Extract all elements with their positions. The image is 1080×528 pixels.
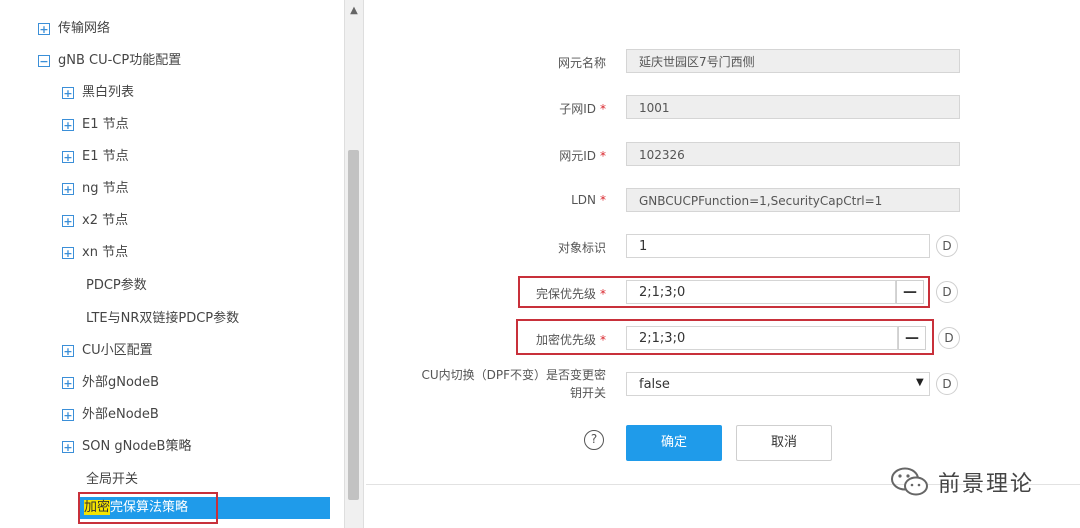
object-id-label: 对象标识: [557, 241, 606, 255]
ne-id-field: 102326: [626, 142, 960, 166]
window: + 传输网络 − gNB CU-CP功能配置 + 黑白列表 + E1 节点 + E1 节点…: [0, 0, 1080, 528]
expand-icon[interactable]: +: [62, 345, 74, 357]
ne-name-label: 网元名称: [557, 56, 606, 70]
tree-item-label: 外部eNodeB: [82, 407, 159, 422]
tree-item-label: E1 节点: [82, 149, 129, 164]
tree-scrollbar[interactable]: ▲: [344, 0, 364, 528]
tree-item-e1-node-2[interactable]: + E1 节点: [62, 146, 129, 168]
tree-item-ng-node[interactable]: + ng 节点: [62, 178, 129, 200]
expand-icon[interactable]: +: [62, 409, 74, 421]
object-id-input[interactable]: 1: [626, 234, 930, 258]
tree-item-xn-node[interactable]: + xn 节点: [62, 242, 128, 264]
tree-item-external-enodeb[interactable]: + 外部eNodeB: [62, 404, 159, 426]
tree-item-x2-node[interactable]: + x2 节点: [62, 210, 128, 232]
tree-item-cu-cell-config[interactable]: + CU小区配置: [62, 340, 153, 362]
default-button[interactable]: D: [936, 373, 958, 395]
ne-id-label: 网元ID *: [559, 149, 606, 163]
tree-item-label: xn 节点: [82, 245, 129, 260]
tree-item-label: 全局开关: [86, 472, 139, 487]
cu-handover-label: CU内切换（DPF不变）是否变更密 钥开关: [421, 368, 606, 400]
tree-item-gnb-cucp[interactable]: − gNB CU-CP功能配置: [38, 50, 181, 72]
tree-item-son-gnodeb[interactable]: + SON gNodeB策略: [62, 436, 191, 458]
tree-item-pdcp-params[interactable]: PDCP参数: [86, 275, 147, 297]
default-button[interactable]: D: [936, 235, 958, 257]
help-icon[interactable]: ?: [584, 430, 604, 450]
tree-item-e1-node[interactable]: + E1 节点: [62, 114, 129, 136]
tree-item-label: 传输网络: [58, 21, 111, 36]
tree-item-label: 外部gNodeB: [82, 375, 160, 390]
tree-item-label: x2 节点: [82, 213, 129, 228]
ldn-label: LDN *: [571, 193, 606, 207]
expand-icon[interactable]: +: [62, 87, 74, 99]
tree-item-lte-nr-pdcp[interactable]: LTE与NR双链接PDCP参数: [86, 308, 239, 330]
required-mark: *: [600, 333, 606, 347]
default-button[interactable]: D: [938, 327, 960, 349]
ldn-field: GNBCUCPFunction=1,SecurityCapCtrl=1: [626, 188, 960, 212]
expand-icon[interactable]: +: [62, 183, 74, 195]
cipher-priority-minus-button[interactable]: —: [898, 326, 926, 350]
expand-icon[interactable]: +: [62, 151, 74, 163]
required-mark: *: [600, 102, 606, 116]
selected-item-annotation-box: [78, 492, 218, 524]
default-button[interactable]: D: [936, 281, 958, 303]
scroll-thumb[interactable]: [348, 150, 359, 500]
confirm-button[interactable]: 确定: [626, 425, 722, 461]
cipher-priority-label: 加密优先级 *: [535, 333, 606, 347]
wechat-icon: [891, 467, 928, 496]
tree-item-blacklist[interactable]: + 黑白列表: [62, 82, 134, 104]
cu-handover-select[interactable]: false: [626, 372, 930, 396]
cancel-button[interactable]: 取消: [736, 425, 832, 461]
tree-item-transport-network[interactable]: + 传输网络: [38, 18, 110, 40]
integrity-priority-label: 完保优先级 *: [535, 287, 606, 301]
required-mark: *: [600, 193, 606, 207]
expand-icon[interactable]: +: [38, 23, 50, 35]
tree-item-label: LTE与NR双链接PDCP参数: [86, 311, 240, 326]
tree-item-label: 黑白列表: [82, 85, 135, 100]
expand-icon[interactable]: +: [62, 215, 74, 227]
integrity-priority-minus-button[interactable]: —: [896, 280, 924, 304]
required-mark: *: [600, 287, 606, 301]
tree-item-label: CU小区配置: [82, 343, 153, 358]
tree-item-label: ng 节点: [82, 181, 129, 196]
scroll-up-icon[interactable]: ▲: [345, 2, 363, 20]
expand-icon[interactable]: +: [62, 377, 74, 389]
tree-item-label: gNB CU-CP功能配置: [58, 53, 182, 68]
chevron-down-icon[interactable]: ▼: [916, 377, 924, 388]
tree-item-label: PDCP参数: [86, 278, 147, 293]
expand-icon[interactable]: +: [62, 119, 74, 131]
required-mark: *: [600, 149, 606, 163]
cipher-priority-input[interactable]: 2;1;3;0: [626, 326, 898, 350]
ne-name-field: 延庆世园区7号门西侧: [626, 49, 960, 73]
tree-item-external-gnodeb[interactable]: + 外部gNodeB: [62, 372, 159, 394]
wechat-watermark: 前景理论: [890, 462, 1034, 502]
watermark-text: 前景理论: [938, 472, 1035, 497]
cu-handover-selected-value: false: [639, 377, 670, 392]
tree-item-label: SON gNodeB策略: [82, 439, 192, 454]
subnet-id-field: 1001: [626, 95, 960, 119]
tree-item-global-switch[interactable]: 全局开关: [86, 469, 138, 491]
collapse-icon[interactable]: −: [38, 55, 50, 67]
subnet-id-label: 子网ID *: [559, 102, 606, 116]
tree-item-label: E1 节点: [82, 117, 129, 132]
integrity-priority-input[interactable]: 2;1;3;0: [626, 280, 896, 304]
expand-icon[interactable]: +: [62, 247, 74, 259]
expand-icon[interactable]: +: [62, 441, 74, 453]
config-tree: + 传输网络 − gNB CU-CP功能配置 + 黑白列表 + E1 节点 + E1 节点…: [0, 0, 345, 528]
